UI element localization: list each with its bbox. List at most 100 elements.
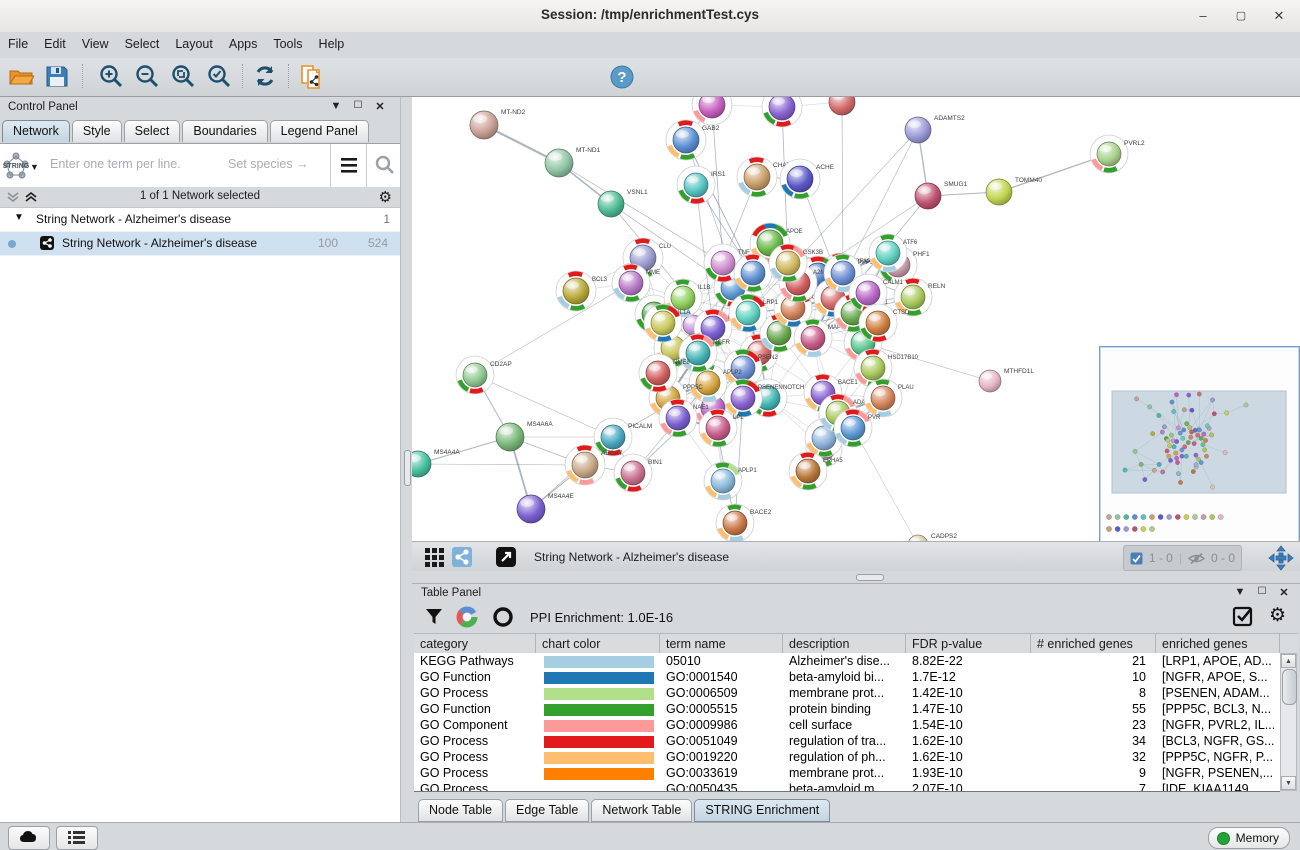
network-node[interactable]: SMUG1 [915, 181, 968, 209]
network-view[interactable]: MT-ND2MT-ND1VSNL1GAB2IRS1CHATACHEADAMTS2… [412, 97, 1300, 541]
string-search-icon[interactable] [374, 154, 396, 181]
pan-tool-icon[interactable] [1268, 545, 1292, 569]
panel-close-icon[interactable]: ✕ [1276, 586, 1292, 599]
tab-select[interactable]: Select [124, 120, 181, 142]
network-node[interactable]: LPL [699, 409, 744, 447]
network-overview-toggle-icon[interactable] [450, 545, 474, 569]
menu-layout[interactable]: Layout [167, 32, 221, 51]
table-row[interactable]: GO ProcessGO:0006509membrane prot...1.42… [414, 685, 1280, 701]
scroll-up-icon[interactable]: ▲ [1281, 654, 1296, 668]
table-row[interactable]: GO ProcessGO:0051049regulation of tra...… [414, 733, 1280, 749]
menu-edit[interactable]: Edit [36, 32, 74, 51]
zoom-selected-icon[interactable] [206, 63, 232, 89]
table-row[interactable]: KEGG Pathways05010Alzheimer's dise...8.8… [414, 653, 1280, 669]
column-header-chart-color[interactable]: chart color [536, 634, 660, 654]
zoom-out-icon[interactable] [134, 63, 160, 89]
table-settings-gear-icon[interactable]: ⚙ [1269, 604, 1286, 627]
table-row[interactable]: GO FunctionGO:0001540beta-amyloid bi...1… [414, 669, 1280, 685]
network-node[interactable]: ACHE [780, 159, 835, 199]
grid-view-icon[interactable] [422, 545, 446, 569]
tab-boundaries[interactable]: Boundaries [182, 120, 267, 142]
network-node[interactable]: MTHFD1L [979, 368, 1034, 392]
species-hint[interactable]: Set species → [228, 157, 309, 171]
network-node[interactable]: MS4A6A [496, 421, 553, 451]
network-node[interactable]: BCL3 [556, 271, 608, 311]
string-options-icon[interactable] [338, 154, 360, 181]
table-row[interactable]: GO ComponentGO:0009986cell surface1.54E-… [414, 717, 1280, 733]
select-columns-icon[interactable] [1232, 606, 1254, 628]
horizontal-splitter[interactable] [412, 571, 1300, 583]
network-node[interactable]: TOMM40 [986, 177, 1042, 205]
network-node[interactable]: ABCA7 [565, 445, 623, 485]
enrichment-chart-icon[interactable] [456, 606, 478, 628]
network-node[interactable]: PLAU [864, 379, 914, 417]
refresh-icon[interactable] [252, 63, 278, 89]
network-options-gear-icon[interactable]: ⚙ [379, 188, 392, 206]
column-header-category[interactable]: category [414, 634, 536, 654]
open-in-string-icon[interactable] [494, 545, 518, 569]
birdseye-overview[interactable] [1099, 346, 1300, 541]
ring-chart-icon[interactable] [492, 606, 514, 628]
panel-menu-icon[interactable]: ▼ [1232, 586, 1248, 598]
network-node[interactable] [829, 97, 855, 115]
column-header-enriched-genes[interactable]: enriched genes [1156, 634, 1280, 654]
minimize-button[interactable]: – [1190, 6, 1216, 26]
panel-float-icon[interactable]: ☐ [350, 100, 366, 111]
menu-help[interactable]: Help [311, 32, 353, 51]
network-node[interactable]: PVRL2 [1090, 135, 1145, 173]
network-node[interactable]: MS4A4A [412, 449, 460, 477]
table-scrollbar[interactable]: ▲ ▼ [1280, 653, 1297, 791]
title-bar[interactable]: Session: /tmp/enrichmentTest.cys – ▢ ✕ [0, 0, 1300, 33]
string-query-placeholder[interactable]: Enter one term per line. [50, 157, 181, 171]
network-node[interactable]: CTSD [859, 304, 910, 342]
save-session-icon[interactable] [44, 63, 70, 89]
network-node[interactable]: BIN1 [614, 454, 663, 492]
panel-float-icon[interactable]: ☐ [1254, 586, 1270, 597]
tab-network-table[interactable]: Network Table [591, 799, 692, 822]
scroll-down-icon[interactable]: ▼ [1281, 776, 1296, 790]
network-node[interactable]: GAB2 [666, 120, 720, 160]
menu-apps[interactable]: Apps [221, 32, 266, 51]
menu-view[interactable]: View [74, 32, 117, 51]
zoom-in-icon[interactable] [98, 63, 124, 89]
open-session-icon[interactable] [8, 63, 34, 89]
task-history-button[interactable] [56, 826, 98, 850]
network-node[interactable]: CADPS2 [908, 533, 957, 541]
network-node[interactable]: MT-ND1 [545, 147, 601, 177]
network-node[interactable] [762, 97, 802, 127]
network-node[interactable]: MAPT [794, 319, 845, 357]
tab-network[interactable]: Network [2, 120, 70, 142]
splitter-grip[interactable] [404, 450, 411, 486]
maximize-button[interactable]: ▢ [1228, 6, 1254, 26]
close-button[interactable]: ✕ [1266, 6, 1292, 26]
memory-button[interactable]: Memory [1208, 827, 1290, 849]
help-icon[interactable]: ? [610, 65, 636, 91]
menu-tools[interactable]: Tools [265, 32, 310, 51]
network-node[interactable]: CD2AP [456, 356, 512, 394]
column-header-term-name[interactable]: term name [660, 634, 783, 654]
network-node[interactable]: APLP1 [704, 462, 757, 500]
scrollbar-thumb[interactable] [1282, 669, 1297, 705]
network-node[interactable]: EPHA5 [789, 452, 843, 490]
network-node[interactable]: PVR [834, 409, 881, 447]
network-node[interactable]: BACE2 [716, 504, 772, 541]
panel-menu-icon[interactable]: ▼ [328, 100, 344, 112]
column-header-fdr-p-value[interactable]: FDR p-value [906, 634, 1031, 654]
zoom-fit-icon[interactable] [170, 63, 196, 89]
menu-select[interactable]: Select [117, 32, 168, 51]
table-row[interactable]: GO FunctionGO:0005515protein binding1.47… [414, 701, 1280, 717]
network-node[interactable]: MT-ND2 [470, 109, 526, 139]
tab-legend-panel[interactable]: Legend Panel [270, 120, 369, 142]
network-node[interactable]: ADAMTS2 [905, 115, 965, 143]
splitter-grip[interactable] [856, 574, 884, 581]
table-row[interactable]: GO ProcessGO:0050435beta-amyloid m...2.0… [414, 781, 1280, 792]
tab-string-enrichment[interactable]: STRING Enrichment [694, 799, 830, 822]
tree-row[interactable]: ▼String Network - Alzheimer's disease1 [0, 208, 400, 232]
cloud-tasks-button[interactable] [8, 826, 50, 850]
menu-file[interactable]: File [0, 32, 36, 51]
table-row[interactable]: GO ProcessGO:0033619membrane prot...1.93… [414, 765, 1280, 781]
table-row[interactable]: GO ProcessGO:0019220regulation of ph...1… [414, 749, 1280, 765]
column-header--enriched-genes[interactable]: # enriched genes [1031, 634, 1156, 654]
tab-style[interactable]: Style [72, 120, 122, 142]
tree-expander-icon[interactable]: ▼ [14, 212, 24, 223]
